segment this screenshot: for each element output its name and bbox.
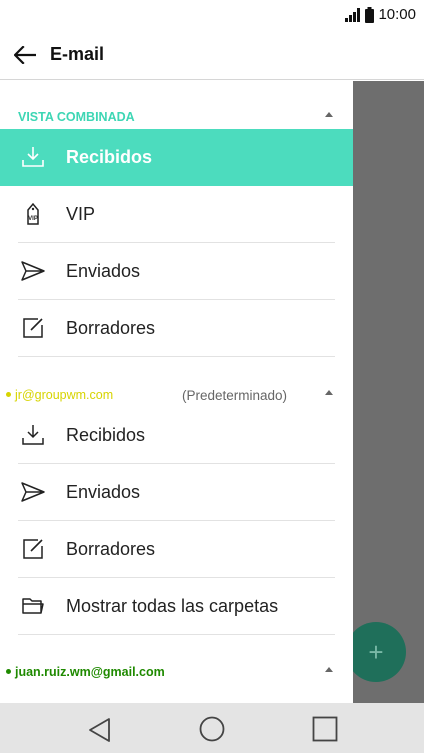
navigation-drawer: VISTA COMBINADA Recibidos VIP VIP Enviad…: [0, 81, 353, 703]
battery-icon: [365, 6, 375, 23]
folder-item-account1-inbox[interactable]: Recibidos: [0, 407, 353, 464]
vip-tag-icon: VIP: [27, 202, 39, 225]
default-account-badge: (Predeterminado): [182, 387, 288, 403]
folder-label: Recibidos: [66, 147, 153, 167]
divider: [18, 356, 335, 357]
clock: 10:00: [378, 6, 416, 23]
nav-back-icon[interactable]: [87, 717, 111, 743]
account-dot: [6, 663, 15, 681]
folder-item-vip[interactable]: VIP VIP: [0, 186, 353, 243]
system-nav-bar: [0, 703, 424, 753]
account-email: jr@groupwm.com: [15, 388, 114, 402]
back-button[interactable]: [0, 30, 50, 80]
combined-view-title: VISTA COMBINADA: [18, 110, 135, 124]
account-dot: [6, 386, 15, 404]
inbox-icon: [22, 425, 44, 445]
folder-icon: [22, 598, 44, 614]
arrow-left-icon: [14, 45, 36, 64]
status-icons: 10:00: [345, 6, 416, 23]
folder-label: VIP: [66, 204, 96, 224]
collapse-caret-icon[interactable]: [325, 390, 333, 395]
collapse-caret-icon[interactable]: [325, 112, 333, 117]
folder-item-account1-sent[interactable]: Enviados: [0, 464, 353, 521]
folder-label: Enviados: [66, 482, 141, 502]
folder-label: Recibidos: [66, 425, 146, 445]
draft-icon: [23, 318, 43, 338]
folder-item-account1-drafts[interactable]: Borradores: [0, 521, 353, 578]
account-email: juan.ruiz.wm@gmail.com: [15, 665, 165, 679]
send-icon: [21, 482, 45, 502]
signal-icon: [345, 7, 361, 22]
folder-label: Enviados: [66, 261, 141, 281]
draft-icon: [23, 539, 43, 559]
folder-label: Mostrar todas las carpetas: [66, 596, 279, 616]
combined-view-header[interactable]: VISTA COMBINADA: [0, 102, 353, 132]
account-header-gmail[interactable]: juan.ruiz.wm@gmail.com: [0, 657, 353, 687]
folder-item-combined-inbox[interactable]: Recibidos: [0, 129, 353, 186]
folder-label: Borradores: [66, 539, 156, 559]
folder-item-combined-drafts[interactable]: Borradores: [0, 300, 353, 357]
plus-icon: +: [368, 636, 384, 667]
folder-label: Borradores: [66, 318, 156, 338]
drawer-scrim[interactable]: [353, 81, 424, 703]
nav-home-icon[interactable]: [199, 716, 225, 742]
divider: [18, 634, 335, 635]
svg-text:VIP: VIP: [28, 216, 38, 222]
app-bar: E-mail: [0, 30, 424, 80]
folder-item-show-all-folders[interactable]: Mostrar todas las carpetas: [0, 578, 353, 635]
page-title: E-mail: [50, 44, 105, 64]
collapse-caret-icon[interactable]: [325, 667, 333, 672]
send-icon: [21, 261, 45, 281]
folder-item-combined-sent[interactable]: Enviados: [0, 243, 353, 300]
status-bar: 10:00: [0, 0, 424, 30]
nav-recents-icon[interactable]: [312, 716, 338, 742]
account-header-groupwm[interactable]: jr@groupwm.com (Predeterminado): [0, 380, 353, 410]
inbox-icon: [22, 147, 44, 167]
compose-fab[interactable]: +: [346, 622, 406, 682]
